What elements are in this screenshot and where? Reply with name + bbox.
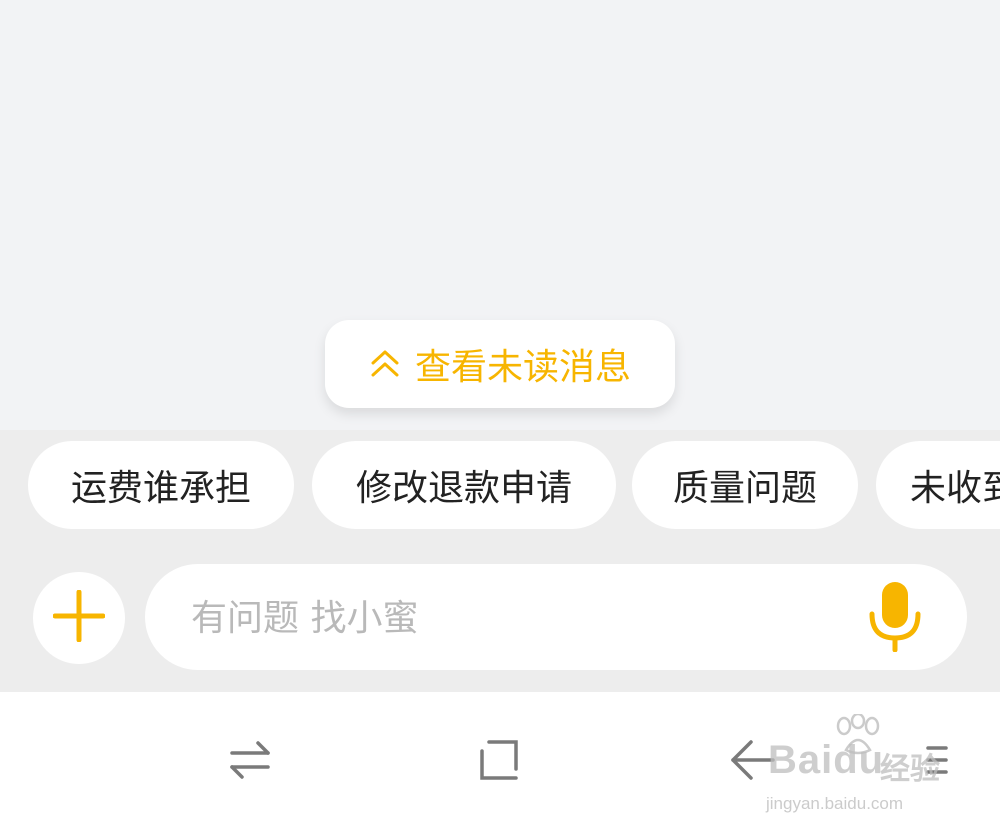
- plus-icon: [52, 589, 106, 646]
- recent-apps-button[interactable]: [220, 732, 280, 792]
- paw-logo-icon: [832, 712, 882, 760]
- switch-apps-icon: [228, 740, 272, 784]
- quick-reply-chip[interactable]: 运费谁承担: [28, 441, 294, 529]
- watermark-url: jingyan.baidu.com: [766, 794, 904, 813]
- add-attachment-button[interactable]: [33, 572, 125, 664]
- message-input[interactable]: [189, 564, 853, 672]
- quick-reply-list[interactable]: 运费谁承担 修改退款申请 质量问题 未收到: [0, 441, 1000, 531]
- chat-message-area[interactable]: 查看未读消息: [0, 0, 1000, 430]
- view-unread-messages-button[interactable]: 查看未读消息: [325, 320, 675, 408]
- home-button[interactable]: [470, 732, 530, 792]
- menu-icon: [924, 743, 950, 781]
- message-input-box[interactable]: [145, 564, 967, 672]
- back-arrow-icon: [729, 739, 775, 785]
- home-square-icon: [479, 739, 521, 785]
- app-screen: 查看未读消息 运费谁承担 修改退款申请 质量问题 未收到: [0, 0, 1000, 824]
- menu-button[interactable]: [912, 732, 962, 792]
- view-unread-messages-label: 查看未读消息: [414, 347, 631, 388]
- quick-reply-chip[interactable]: 未收到: [876, 441, 1000, 529]
- back-button[interactable]: [722, 732, 782, 792]
- double-chevron-up-icon: [369, 348, 401, 380]
- quick-reply-chip[interactable]: 修改退款申请: [312, 441, 616, 529]
- input-panel: 运费谁承担 修改退款申请 质量问题 未收到: [0, 430, 1000, 692]
- quick-reply-chip[interactable]: 质量问题: [632, 441, 858, 529]
- quick-reply-label: 未收到: [910, 468, 1000, 509]
- quick-reply-label: 修改退款申请: [355, 468, 572, 509]
- quick-reply-label: 质量问题: [672, 468, 817, 509]
- system-navigation-bar: Baidu 经验 jingyan.baidu.com: [0, 692, 1000, 824]
- quick-reply-label: 运费谁承担: [70, 468, 251, 509]
- watermark-brand: Baidu: [768, 738, 885, 782]
- microphone-icon[interactable]: [867, 582, 923, 653]
